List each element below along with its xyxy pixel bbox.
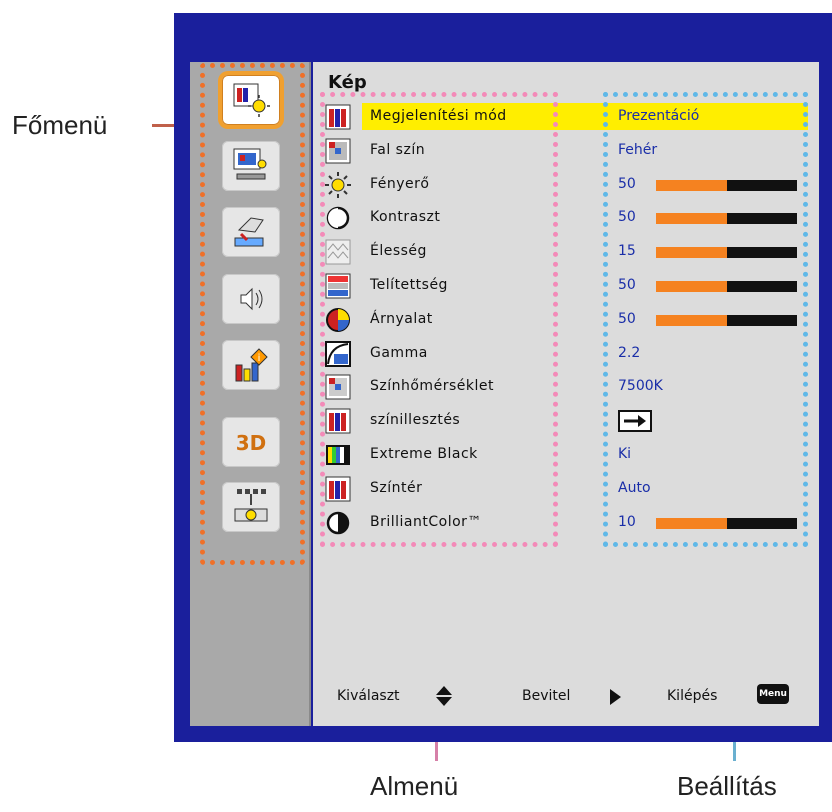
callout-main-menu: Főmenü xyxy=(12,110,108,140)
page-title: Kép xyxy=(328,72,367,93)
callout-submenu: Almenü xyxy=(370,771,459,801)
settings-outline xyxy=(603,92,808,547)
hint-exit: Kilépés xyxy=(667,688,718,704)
submenu-outline xyxy=(320,92,558,547)
menu-key-icon: Menu xyxy=(757,684,789,704)
right-arrow-icon xyxy=(608,688,622,710)
main-menu-outline xyxy=(200,63,305,565)
updown-arrow-icon xyxy=(433,685,455,711)
callout-settings: Beállítás xyxy=(677,771,777,801)
hint-enter: Bevitel xyxy=(522,688,571,704)
hint-select: Kiválaszt xyxy=(337,688,400,704)
